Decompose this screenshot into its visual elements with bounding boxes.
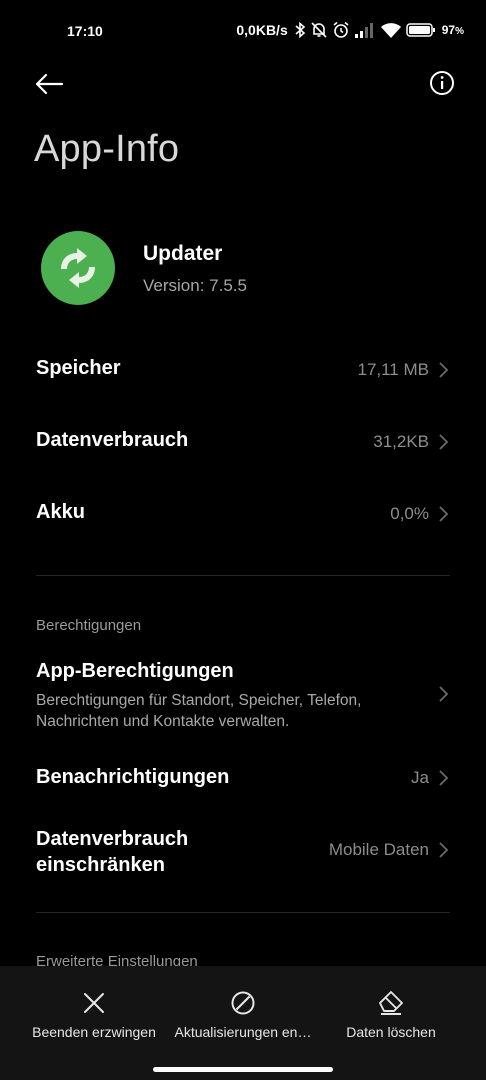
wifi-icon [380,22,402,38]
back-arrow-icon [35,73,64,95]
restrict-data-value: Mobile Daten [328,840,429,859]
eraser-icon [379,991,403,1015]
bluetooth-icon [294,22,306,38]
battery-value: 0,0% [390,504,429,523]
status-icons: 0,0KB/s 97% [236,21,464,39]
bottom-action-bar: Beenden erzwingen Aktualisierungen en… D… [0,966,486,1080]
app-info-screen: 17:10 0,0KB/s 97% App-Info Updater Versi… [0,0,486,1080]
mute-bell-icon [310,21,328,39]
status-bar: 17:10 0,0KB/s 97% [0,0,486,64]
app-permissions-label: App-Berechtigungen [36,660,234,682]
signal-icon [354,22,376,38]
home-indicator[interactable] [153,1067,333,1072]
info-icon [430,71,454,95]
storage-row[interactable]: Speicher 17,11 MB [0,346,486,394]
restrict-data-label-line2: einschränken [36,854,165,876]
force-stop-button[interactable]: Beenden erzwingen [13,966,175,1056]
chevron-right-icon [439,770,449,786]
battery-row[interactable]: Akku 0,0% [0,490,486,538]
chevron-right-icon [439,506,449,522]
app-icon [41,231,115,305]
divider [36,912,450,913]
restrict-data-label: Datenverbrauch einschränken [36,826,188,878]
update-arrows-icon [41,231,115,305]
battery-label: Akku [36,501,85,523]
uninstall-updates-label: Aktualisierungen en… [174,1024,312,1040]
battery-percent-unit: % [455,26,464,37]
divider [36,575,450,576]
close-icon [84,993,104,1013]
clear-data-label: Daten löschen [346,1024,436,1040]
chevron-right-icon [439,686,449,702]
restrict-data-label-line1: Datenverbrauch [36,828,189,850]
app-permissions-desc-line1: Berechtigungen für Standort, Speicher, T… [36,692,362,709]
data-usage-value: 31,2KB [373,432,429,451]
restrict-data-row[interactable]: Datenverbrauch einschränken Mobile Daten [0,820,486,882]
chevron-right-icon [439,362,449,378]
permissions-section-header: Berechtigungen [36,617,142,634]
network-speed: 0,0KB/s [236,22,288,38]
block-icon [231,991,255,1015]
battery-level: 97% [442,23,464,37]
battery-percent: 97 [441,23,456,37]
page-title: App-Info [34,128,180,170]
app-permissions-row[interactable]: App-Berechtigungen Berechtigungen für St… [0,650,486,740]
chevron-right-icon [439,842,449,858]
storage-value: 17,11 MB [357,360,429,379]
app-permissions-desc: Berechtigungen für Standort, Speicher, T… [36,690,426,732]
app-name: Updater [143,242,223,265]
chevron-right-icon [439,434,449,450]
notifications-label: Benachrichtigungen [36,766,230,788]
force-stop-label: Beenden erzwingen [32,1024,156,1040]
app-permissions-desc-line2: Nachrichten und Kontakte verwalten. [36,713,290,730]
status-time: 17:10 [67,23,103,39]
clear-data-button[interactable]: Daten löschen [310,966,472,1056]
alarm-icon [332,21,350,39]
back-button[interactable] [33,68,65,100]
notifications-row[interactable]: Benachrichtigungen Ja [0,754,486,802]
uninstall-updates-button[interactable]: Aktualisierungen en… [162,966,324,1056]
data-usage-row[interactable]: Datenverbrauch 31,2KB [0,418,486,466]
app-version: Version: 7.5.5 [143,276,247,295]
data-usage-label: Datenverbrauch [36,429,189,451]
notifications-value: Ja [411,768,429,787]
battery-icon [405,22,436,38]
storage-label: Speicher [36,357,121,379]
info-button[interactable] [428,69,456,97]
